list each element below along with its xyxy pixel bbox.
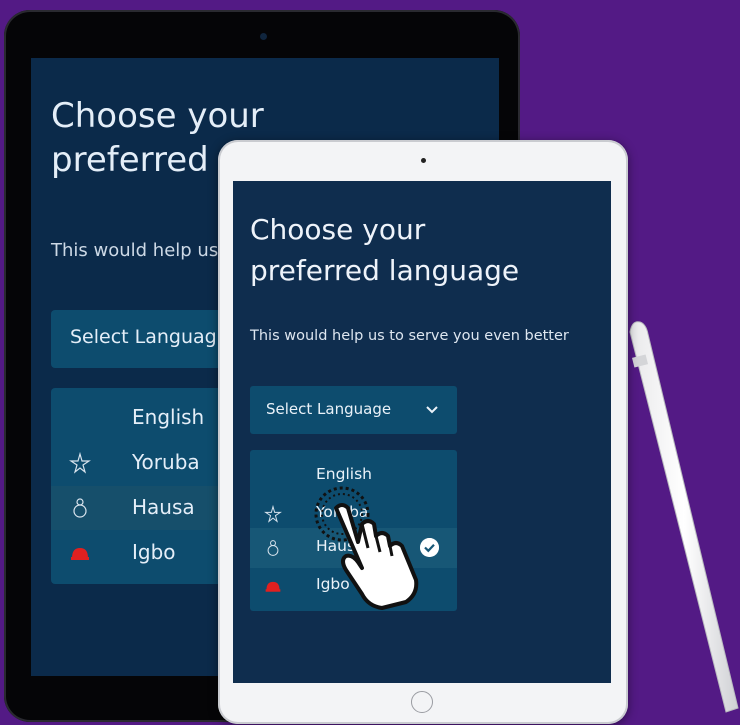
stylus-pencil	[629, 321, 739, 713]
select-language-dropdown[interactable]: Select Language	[250, 386, 457, 434]
front-tablet: Choose your preferred language This woul…	[218, 140, 628, 724]
yoruba-symbol-icon	[69, 452, 91, 474]
title-line1: Choose your	[250, 213, 426, 246]
back-camera	[260, 33, 267, 40]
tap-hand-icon	[314, 486, 419, 610]
back-title-line1: Choose your	[51, 96, 264, 136]
select-language-label: Select Language	[266, 400, 392, 418]
hausa-symbol-icon	[267, 540, 279, 556]
back-subtitle: This would help us	[51, 240, 219, 261]
hausa-symbol-icon	[73, 498, 87, 518]
home-button[interactable]	[411, 691, 433, 713]
chevron-down-icon	[426, 406, 438, 414]
front-camera	[421, 158, 426, 163]
igbo-cap-icon	[265, 581, 281, 592]
page-subtitle: This would help us to serve you even bet…	[250, 328, 569, 344]
igbo-cap-icon	[71, 548, 89, 560]
title-line2: preferred language	[250, 254, 520, 287]
page-title: Choose your preferred language	[250, 209, 519, 291]
yoruba-symbol-icon	[264, 505, 282, 523]
